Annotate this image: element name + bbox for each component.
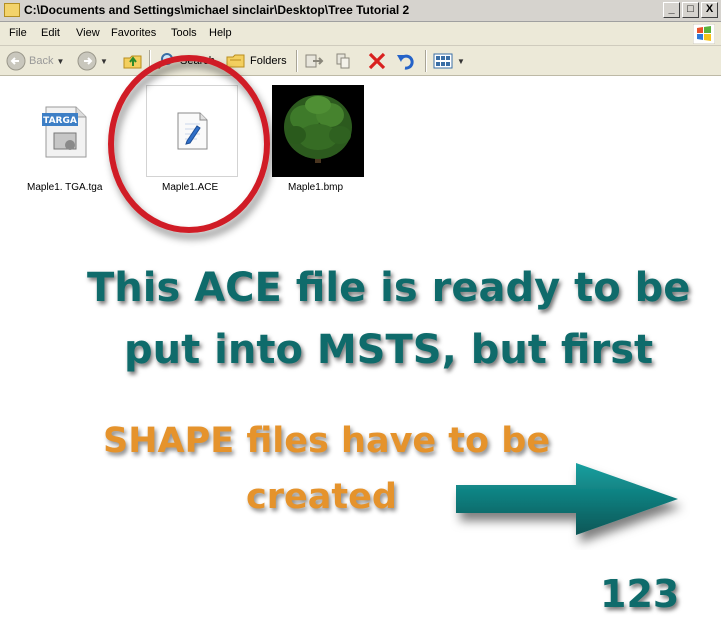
back-button[interactable]: Back ▼ <box>6 49 64 73</box>
back-label: Back <box>29 55 54 67</box>
menu-tools[interactable]: Tools <box>171 27 197 39</box>
chevron-down-icon: ▼ <box>56 56 65 66</box>
title-bar: C:\Documents and Settings\michael sincla… <box>0 0 721 22</box>
file-name: Maple1.bmp <box>288 182 344 193</box>
menu-file[interactable]: File <box>9 27 27 39</box>
close-button[interactable]: X <box>701 2 718 18</box>
caption-line-2: put into MSTS, but first <box>124 327 654 373</box>
explorer-window: C:\Documents and Settings\michael sincla… <box>0 0 721 640</box>
undo-button[interactable] <box>395 49 417 73</box>
caption-line-4: created <box>246 477 397 517</box>
highlight-circle <box>108 55 270 233</box>
views-icon <box>433 53 453 69</box>
file-name: Maple1. TGA.tga <box>27 182 103 193</box>
minimize-button[interactable]: _ <box>663 2 680 18</box>
page-number: 123 <box>600 572 680 616</box>
windows-logo-icon <box>693 24 715 44</box>
maximize-button[interactable]: □ <box>682 2 699 18</box>
menu-view[interactable]: View <box>76 27 100 39</box>
targa-badge: TARGA <box>43 116 77 126</box>
file-thumbnail <box>272 85 364 177</box>
menu-help[interactable]: Help <box>209 27 232 39</box>
toolbar-separator <box>425 50 427 72</box>
menu-favorites[interactable]: Favorites <box>111 27 156 39</box>
caption-line-1: This ACE file is ready to be <box>87 265 691 311</box>
menu-bar: File Edit View Favorites Tools Help <box>0 22 721 46</box>
copy-to-icon <box>336 53 350 69</box>
delete-icon <box>368 52 386 70</box>
move-to-button[interactable] <box>303 49 325 73</box>
copy-to-button[interactable] <box>334 49 356 73</box>
move-to-icon <box>305 54 324 68</box>
right-arrow-icon <box>456 463 678 535</box>
chevron-down-icon: ▼ <box>457 56 465 66</box>
tree-thumbnail <box>272 85 364 177</box>
menu-edit[interactable]: Edit <box>41 27 60 39</box>
window-controls: _ □ X <box>663 2 718 18</box>
forward-arrow-icon <box>77 51 97 71</box>
delete-button[interactable] <box>366 49 388 73</box>
undo-icon <box>397 54 414 70</box>
back-arrow-icon <box>6 51 26 71</box>
window-title: C:\Documents and Settings\michael sincla… <box>24 3 410 17</box>
toolbar-separator <box>296 50 298 72</box>
folder-icon <box>4 3 20 17</box>
views-button[interactable]: ▼ <box>432 49 465 73</box>
